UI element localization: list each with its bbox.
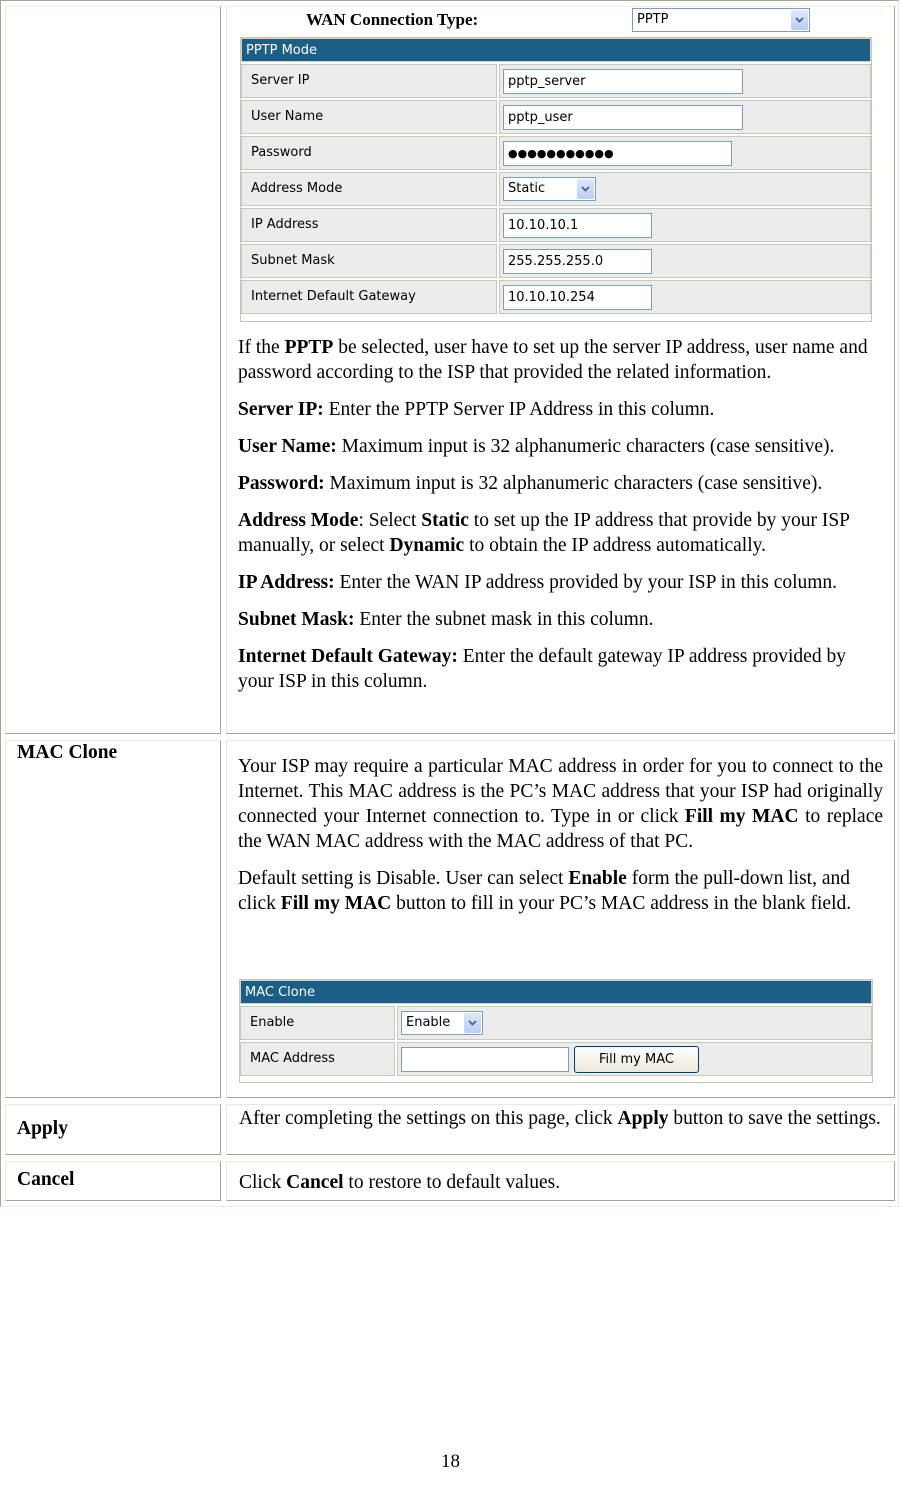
cancel-description: Click Cancel to restore to default value… xyxy=(239,1172,561,1193)
mac-address-label: MAC Address xyxy=(240,1042,395,1076)
address-mode-row: Address Mode Static xyxy=(241,170,871,206)
gateway-label: Internet Default Gateway xyxy=(241,280,497,314)
wan-connection-type-label: WAN Connection Type: xyxy=(306,10,479,29)
page-number: 18 xyxy=(441,1451,460,1472)
user-name-label: User Name xyxy=(241,100,497,134)
server-ip-description: Server IP: Enter the PPTP Server IP Addr… xyxy=(238,399,715,420)
apply-desc-cell: After completing the settings on this pa… xyxy=(226,1104,895,1155)
mac-clone-panel: MAC Clone Enable Enable MAC Address Fill… xyxy=(239,979,873,1083)
password-input[interactable]: ●●●●●●●●●●● xyxy=(503,141,732,166)
pptp-description: If the PPTP be selected, user have to se… xyxy=(226,335,895,706)
mac-clone-label-cell: MAC Clone xyxy=(5,740,221,1098)
mac-address-input[interactable] xyxy=(401,1047,569,1072)
password-row: Password ●●●●●●●●●●● xyxy=(241,134,871,170)
cancel-desc-cell: Click Cancel to restore to default value… xyxy=(226,1161,895,1201)
mac-enable-value: Enable xyxy=(406,1015,451,1030)
apply-label: Apply xyxy=(17,1118,68,1139)
wan-connection-type-row: WAN Connection Type: PPTP xyxy=(240,7,872,35)
apply-label-cell: Apply xyxy=(5,1104,221,1155)
user-name-input[interactable]: pptp_user xyxy=(503,105,743,130)
password-description: Password: Maximum input is 32 alphanumer… xyxy=(238,473,823,494)
wan-connection-type-select[interactable]: PPTP xyxy=(632,8,810,32)
subnet-mask-label: Subnet Mask xyxy=(241,244,497,278)
mac-clone-para1: Your ISP may require a particular MAC ad… xyxy=(238,756,884,852)
pptp-intro: If the PPTP be selected, user have to se… xyxy=(238,337,868,383)
user-name-description: User Name: Maximum input is 32 alphanume… xyxy=(238,436,835,457)
chevron-down-icon xyxy=(791,10,808,30)
mac-clone-header: MAC Clone xyxy=(240,980,872,1004)
user-name-row: User Name pptp_user xyxy=(241,98,871,134)
gateway-row: Internet Default Gateway 10.10.10.254 xyxy=(241,278,871,314)
pptp-mode-panel: PPTP Mode Server IP pptp_server User Nam… xyxy=(240,37,872,322)
pptp-mode-header: PPTP Mode xyxy=(241,38,871,62)
subnet-mask-input[interactable]: 255.255.255.0 xyxy=(503,249,652,274)
gateway-description: Internet Default Gateway: Enter the defa… xyxy=(238,646,846,692)
server-ip-label: Server IP xyxy=(241,64,497,98)
chevron-down-icon xyxy=(464,1013,481,1033)
address-mode-label: Address Mode xyxy=(241,172,497,206)
ip-address-row: IP Address 10.10.10.1 xyxy=(241,206,871,242)
ip-address-description: IP Address: Enter the WAN IP address pro… xyxy=(238,572,838,593)
mac-enable-row: Enable Enable xyxy=(240,1004,872,1040)
mac-clone-description: Your ISP may require a particular MAC ad… xyxy=(226,754,895,928)
gateway-input[interactable]: 10.10.10.254 xyxy=(503,285,652,310)
address-mode-select[interactable]: Static xyxy=(503,177,596,201)
subnet-mask-description: Subnet Mask: Enter the subnet mask in th… xyxy=(238,609,654,630)
cancel-label: Cancel xyxy=(17,1169,75,1190)
server-ip-input[interactable]: pptp_server xyxy=(503,69,743,94)
mac-clone-label: MAC Clone xyxy=(17,742,118,763)
address-mode-value: Static xyxy=(508,181,546,196)
pptp-label-cell xyxy=(5,6,221,734)
ip-address-input[interactable]: 10.10.10.1 xyxy=(503,213,652,238)
subnet-mask-row: Subnet Mask 255.255.255.0 xyxy=(241,242,871,278)
password-label: Password xyxy=(241,136,497,170)
fill-my-mac-button[interactable]: Fill my MAC xyxy=(574,1046,699,1073)
cancel-label-cell: Cancel xyxy=(5,1161,221,1201)
mac-clone-para2: Default setting is Disable. User can sel… xyxy=(238,868,852,914)
ip-address-label: IP Address xyxy=(241,208,497,242)
mac-enable-label: Enable xyxy=(240,1006,395,1040)
chevron-down-icon xyxy=(577,179,594,199)
apply-description: After completing the settings on this pa… xyxy=(239,1108,881,1129)
wan-connection-type-value: PPTP xyxy=(637,12,669,27)
address-mode-description: Address Mode: Select Static to set up th… xyxy=(238,510,850,556)
mac-enable-select[interactable]: Enable xyxy=(401,1011,483,1035)
server-ip-row: Server IP pptp_server xyxy=(241,62,871,98)
mac-address-row: MAC Address Fill my MAC xyxy=(240,1040,872,1076)
